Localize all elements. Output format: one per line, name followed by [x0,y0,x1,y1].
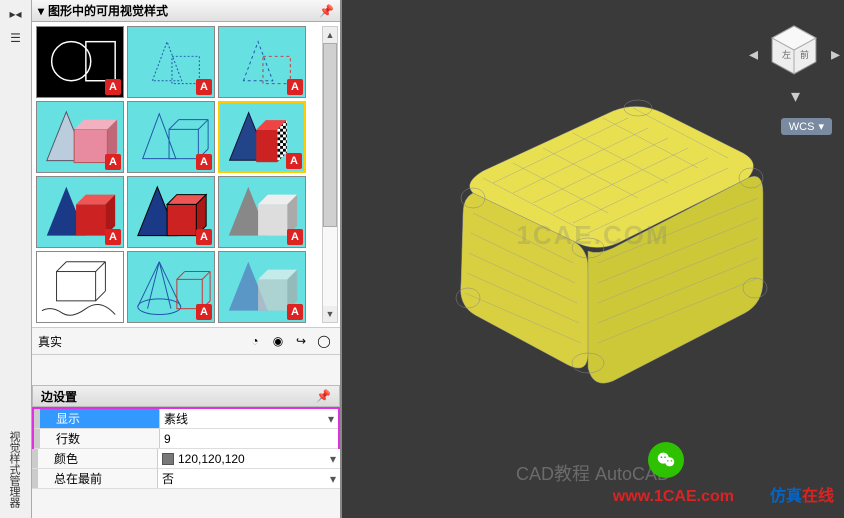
prop-value-display[interactable]: 素线 [160,409,338,428]
style-name-row: 真实 ◔ ◉ ↪ ◯ [32,327,340,355]
autocad-badge-icon: A [287,229,303,245]
style-thumb-xray[interactable]: A [218,251,306,323]
edge-section-title: 边设置 [41,388,77,405]
scroll-handle[interactable] [323,43,337,227]
style-thumb-wire-cone[interactable]: A [127,251,215,323]
panel-title: 图形中的可用视觉样式 [48,2,168,19]
manager-label: 视觉样式管理器 [6,431,22,508]
new-style-icon[interactable]: ◔ [245,331,265,351]
nav-down-icon[interactable]: ▾ [791,86,800,107]
autocad-badge-icon: A [286,153,302,169]
prop-row-ontop[interactable]: 总在最前 否 [32,469,340,489]
pin-icon[interactable]: 📌 [316,389,331,403]
nav-left-icon[interactable]: ◂ [749,44,758,65]
prop-label: 行数 [34,429,160,448]
delete-style-icon[interactable]: ◯ [314,331,334,351]
watermark-url: www.1CAE.com [613,488,734,506]
edge-properties: 显示 素线 行数 9 [32,407,340,449]
wcs-badge[interactable]: WCS ▾ [781,118,832,135]
viewcube[interactable]: 左 前 [764,20,824,80]
apply-style-icon[interactable]: ◉ [268,331,288,351]
style-thumb-sketch[interactable] [36,251,124,323]
autocad-badge-icon: A [105,154,121,170]
3d-viewport[interactable]: 左 前 ◂ ▸ ▾ WCS ▾ 1CAE.COM CAD教程 AutoCAD w… [342,0,844,518]
style-thumbnails: A A A A A [32,22,340,327]
style-thumb-wireframe-b[interactable]: A [127,101,215,173]
prop-row-color[interactable]: 颜色 120,120,120 [32,449,340,469]
autocad-badge-icon: A [287,79,303,95]
menu-icon[interactable]: ☰ [6,28,26,48]
thumbs-scrollbar[interactable]: ▲ ▼ [322,26,338,323]
edge-properties-2: 颜色 120,120,120 总在最前 否 [32,449,340,489]
scroll-down-icon[interactable]: ▼ [323,306,337,322]
scroll-up-icon[interactable]: ▲ [323,27,337,43]
autocad-badge-icon: A [196,79,212,95]
wechat-icon [648,442,684,478]
visual-styles-panel: ▾ 图形中的可用视觉样式 📌 A A A [32,0,342,518]
watermark-brand: 仿真在线 [770,482,834,506]
prop-value-color[interactable]: 120,120,120 [158,449,340,468]
edge-section-header[interactable]: 边设置 📌 [32,385,340,407]
pin-icon[interactable]: 📌 [319,4,334,18]
svg-text:左: 左 [782,49,791,60]
prop-label: 总在最前 [32,469,158,488]
left-toolbar: ▸◂ ☰ 视觉样式管理器 [0,0,32,518]
style-thumb-conceptual[interactable]: A [127,26,215,98]
collapse-icon[interactable]: ▸◂ [6,4,26,24]
style-thumb-shaded-edges[interactable]: A [127,176,215,248]
style-thumb-shaded-a[interactable]: A [36,176,124,248]
autocad-badge-icon: A [105,229,121,245]
nav-right-icon[interactable]: ▸ [831,44,840,65]
style-thumb-realistic-a[interactable]: A [36,101,124,173]
autocad-badge-icon: A [196,229,212,245]
autocad-badge-icon: A [287,304,303,320]
style-thumb-2dwireframe[interactable]: A [36,26,124,98]
autocad-badge-icon: A [196,304,212,320]
chevron-down-icon: ▾ [38,4,44,18]
autocad-badge-icon: A [105,79,121,95]
prop-label: 颜色 [32,449,158,468]
style-thumb-realistic-selected[interactable]: A [218,101,306,173]
chevron-down-icon: ▾ [818,120,824,133]
style-thumb-hidden[interactable]: A [218,26,306,98]
prop-row-display[interactable]: 显示 素线 [34,409,338,429]
color-swatch-icon [162,453,174,465]
wcs-label: WCS [789,121,815,133]
current-style-name: 真实 [38,333,242,350]
panel-header[interactable]: ▾ 图形中的可用视觉样式 📌 [32,0,340,22]
style-thumb-gray[interactable]: A [218,176,306,248]
prop-row-lines[interactable]: 行数 9 [34,429,338,449]
prop-value-lines[interactable]: 9 [160,429,338,448]
prop-label: 显示 [34,409,160,428]
svg-text:前: 前 [800,49,809,60]
prop-value-ontop[interactable]: 否 [158,469,340,488]
export-style-icon[interactable]: ↪ [291,331,311,351]
rounded-box-model[interactable] [413,83,773,403]
watermark-cad: CAD教程 AutoCAD [516,460,670,486]
autocad-badge-icon: A [196,154,212,170]
